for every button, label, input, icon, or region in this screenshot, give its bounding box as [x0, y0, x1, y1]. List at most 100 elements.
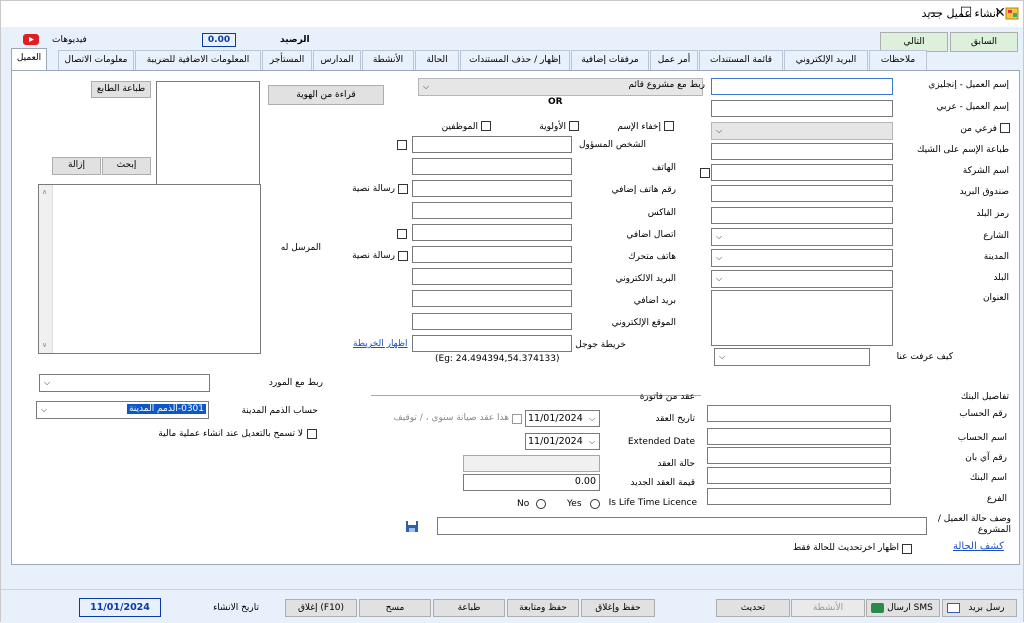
phone-input[interactable] — [412, 158, 572, 175]
tab-tax-info[interactable]: المعلومات الاضافية للضريبة — [135, 50, 261, 70]
print-button[interactable]: طباعة — [433, 599, 505, 617]
scroll-down-icon[interactable]: ∨ — [42, 341, 47, 349]
tab-notes[interactable]: ملاحظات — [869, 50, 927, 70]
mobile-input[interactable] — [412, 246, 572, 263]
status-desc-input[interactable] — [437, 517, 927, 535]
read-id-button[interactable]: قراءة من الهوية — [268, 85, 384, 105]
website-label: الموقع الإلكتروني — [611, 318, 676, 328]
iban-input[interactable] — [707, 447, 891, 464]
search-button[interactable]: إبحث — [102, 157, 151, 175]
save-close-button[interactable]: حفظ وإغلاق — [581, 599, 655, 617]
fax-input[interactable] — [412, 202, 572, 219]
branch-of-checkbox[interactable] — [1000, 123, 1010, 133]
tab-customer[interactable]: العميل — [11, 48, 47, 71]
tab-status[interactable]: الحالة — [415, 50, 459, 70]
hide-name-label: إخفاء الإسم — [617, 122, 661, 132]
tab-schools[interactable]: المدارس — [313, 50, 361, 70]
country-combo[interactable]: ⌵ — [711, 270, 893, 288]
country-code-input[interactable] — [711, 207, 893, 224]
remove-button[interactable]: إزالة — [52, 157, 101, 175]
update-button[interactable]: تحديث — [716, 599, 790, 617]
branch-input[interactable] — [707, 488, 891, 505]
tab-email[interactable]: البريد الإلكتروني — [784, 50, 868, 70]
priority-checkbox[interactable] — [569, 121, 579, 131]
company-checkbox[interactable] — [700, 168, 710, 178]
name-en-input[interactable] — [711, 78, 893, 95]
bank-name-label: اسم البنك — [969, 473, 1007, 483]
city-account-label: حساب الذمم المدينة — [241, 406, 318, 416]
account-no-input[interactable] — [707, 405, 891, 422]
tab-activities[interactable]: الأنشطة — [362, 50, 414, 70]
show-map-link[interactable]: اظهار الخريطة — [353, 339, 408, 349]
phone-label: الهاتف — [652, 163, 676, 173]
status-report-link[interactable]: كشف الحالة — [953, 541, 1004, 552]
city-account-combo[interactable]: ⌵ 0301-الذمم المدينة — [36, 401, 209, 419]
company-input[interactable] — [711, 164, 893, 181]
bank-name-input[interactable] — [707, 467, 891, 484]
city-label: المدينة — [983, 252, 1009, 262]
extra-contact-input[interactable] — [412, 224, 572, 241]
responsible-label: الشخص المسؤول — [579, 140, 646, 150]
scroll-up-icon[interactable]: ∧ — [42, 188, 47, 196]
address-textarea[interactable] — [711, 290, 893, 346]
clear-button[interactable]: مسح — [359, 599, 431, 617]
branch-of-combo[interactable]: ⌵ — [711, 122, 893, 140]
employees-checkbox[interactable] — [481, 121, 491, 131]
send-mail-label: رسل بريد — [968, 603, 1005, 613]
tab-doc-list[interactable]: قائمة المستندات — [699, 50, 783, 70]
prev-button[interactable]: السابق — [950, 32, 1018, 52]
city-combo[interactable]: ⌵ — [711, 249, 893, 267]
no-edit-checkbox[interactable] — [307, 429, 317, 439]
youtube-icon[interactable] — [23, 34, 39, 45]
cheque-name-label: طباعة الإسم على الشيك — [917, 145, 1009, 155]
website-input[interactable] — [412, 313, 572, 330]
print-stamp-button[interactable]: طباعة الطابع — [91, 81, 151, 98]
scrollbar[interactable]: ∧ ∨ — [39, 185, 53, 353]
annual-contract-checkbox[interactable] — [512, 414, 522, 424]
save-continue-button[interactable]: حفظ ومتابعة — [507, 599, 579, 617]
close-f10-button[interactable]: إغلاق (F10) — [285, 599, 357, 617]
name-ar-input[interactable] — [711, 100, 893, 117]
google-map-input[interactable] — [412, 335, 572, 352]
tab-contact-info[interactable]: معلومات الاتصال — [58, 50, 134, 70]
po-box-input[interactable] — [711, 185, 893, 202]
or-label: OR — [548, 97, 563, 107]
cheque-name-input[interactable] — [711, 143, 893, 160]
sms-icon — [871, 603, 884, 613]
name-en-label: إسم العميل - إنجليزي — [928, 80, 1009, 90]
contract-status-input — [463, 455, 600, 472]
show-latest-checkbox[interactable] — [902, 544, 912, 554]
videos-label[interactable]: فيديوهات — [52, 35, 87, 45]
send-mail-button[interactable]: رسل بريد — [942, 599, 1017, 617]
hide-name-checkbox[interactable] — [664, 121, 674, 131]
extra-phone-input[interactable] — [412, 180, 572, 197]
email-input[interactable] — [412, 268, 572, 285]
tab-work-order[interactable]: أمر عمل — [650, 50, 698, 70]
street-combo[interactable]: ⌵ — [711, 228, 893, 246]
contract-date-picker[interactable]: 11/01/2024 ⌵ — [525, 410, 600, 427]
send-sms-button[interactable]: ارسال SMS — [866, 599, 940, 617]
extra-email-input[interactable] — [412, 290, 572, 307]
no-radio[interactable] — [536, 499, 546, 509]
save-icon[interactable] — [405, 520, 419, 533]
tab-show-delete-docs[interactable]: إظهار / حذف المستندات — [460, 50, 570, 70]
yes-radio[interactable] — [590, 499, 600, 509]
sms1-checkbox[interactable] — [398, 184, 408, 194]
new-value-input[interactable]: 0.00 — [463, 474, 600, 491]
email-label: البريد الالكتروني — [615, 274, 676, 284]
extra-contact-label: اتصال اضافي — [626, 230, 676, 240]
sent-to-list[interactable]: ∧ ∨ — [38, 184, 261, 354]
responsible-input[interactable] — [412, 136, 572, 153]
account-name-input[interactable] — [707, 428, 891, 445]
extended-date-picker[interactable]: 11/01/2024 ⌵ — [525, 433, 600, 450]
yes-label: Yes — [567, 499, 582, 509]
next-button[interactable]: التالي — [880, 32, 948, 52]
sms2-checkbox[interactable] — [398, 251, 408, 261]
chevron-down-icon: ⌵ — [40, 405, 48, 414]
tab-tenant[interactable]: المستأجر — [262, 50, 312, 70]
extra-contact-checkbox[interactable] — [397, 229, 407, 239]
tab-attachments[interactable]: مرفقات إضافية — [571, 50, 649, 70]
how-know-combo[interactable]: ⌵ — [714, 348, 870, 366]
link-supplier-combo[interactable]: ⌵ — [39, 374, 210, 392]
responsible-checkbox[interactable] — [397, 140, 407, 150]
